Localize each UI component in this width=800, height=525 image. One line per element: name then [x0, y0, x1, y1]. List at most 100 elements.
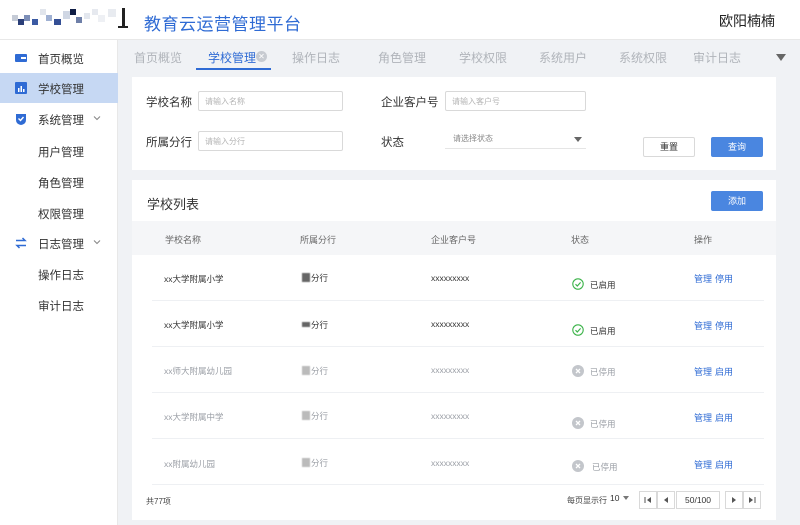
tab-role-management[interactable]: 角色管理: [378, 49, 426, 66]
school-name-cell: xx大学附属中学: [164, 412, 224, 422]
customer-no-cell: xxxxxxxxx: [431, 365, 470, 375]
disable-link[interactable]: 停用: [715, 272, 733, 285]
school-name-cell: xx师大附属幼儿园: [164, 366, 233, 376]
enable-link[interactable]: 启用: [715, 411, 733, 424]
column-header-branch: 所属分行: [300, 235, 337, 245]
sidebar-item-label: 审计日志: [38, 301, 84, 313]
tab-audit-log[interactable]: 审计日志: [693, 49, 741, 66]
reset-button[interactable]: 重置: [643, 137, 695, 157]
chevron-down-icon: [92, 113, 102, 123]
status-cell: 已停用: [590, 419, 616, 429]
sidebar-item-label: 角色管理: [38, 178, 84, 190]
logo: [12, 6, 128, 32]
dashboard-icon: [14, 51, 28, 65]
status-select[interactable]: 请选择状态: [445, 131, 586, 149]
sidebar-item-label: 学校管理: [38, 84, 84, 96]
chevron-down-icon: [92, 237, 102, 247]
sidebar-item-system-management[interactable]: 系统管理: [0, 104, 118, 134]
page-size-select[interactable]: 10: [610, 493, 630, 503]
redacted-mark: [302, 411, 310, 420]
sidebar: 首页概览 学校管理 系统管理 用户管理 角色管理 权限管理 日志管理 操作日志: [0, 40, 118, 525]
prev-page-icon: [664, 497, 668, 503]
enable-link[interactable]: 启用: [715, 458, 733, 471]
branch-cell: 分行: [302, 410, 328, 422]
sidebar-item-school-management[interactable]: 学校管理: [0, 73, 118, 103]
sidebar-item-label: 首页概览: [38, 54, 84, 66]
next-page-icon: [732, 497, 736, 503]
school-name-cell: xx大学附属小学: [164, 274, 224, 284]
enable-link[interactable]: 启用: [715, 365, 733, 378]
tab-operation-log[interactable]: 操作日志: [292, 49, 340, 66]
redacted-mark: [302, 366, 310, 375]
customer-no-input[interactable]: [445, 91, 586, 111]
school-name-input[interactable]: [198, 91, 343, 111]
close-icon[interactable]: ✕: [256, 51, 267, 62]
chart-icon: [14, 81, 28, 95]
tab-school-permission[interactable]: 学校权限: [459, 49, 507, 66]
column-header-status: 状态: [571, 235, 590, 245]
status-select-placeholder: 请选择状态: [453, 134, 493, 143]
redacted-mark: [302, 273, 310, 282]
x-circle-icon: [572, 460, 584, 472]
list-title: 学校列表: [147, 197, 200, 212]
sidebar-item-user-management[interactable]: 用户管理: [0, 136, 118, 166]
sidebar-item-overview[interactable]: 首页概览: [0, 43, 118, 73]
check-circle-icon: [572, 324, 584, 336]
sidebar-item-label: 系统管理: [38, 115, 84, 127]
manage-link[interactable]: 管理: [694, 319, 712, 332]
school-list-panel: 学校列表 添加 学校名称 所属分行 企业客户号 状态 操作 xx大学附属小学 分…: [132, 180, 776, 520]
top-header: 教育云运营管理平台 欧阳楠楠: [0, 0, 800, 40]
prev-page-button[interactable]: [657, 491, 675, 509]
sidebar-item-label: 操作日志: [38, 270, 84, 282]
table-row: xx大学附属中学 分行 xxxxxxxxx 已停用 管理 启用: [152, 393, 764, 439]
page-indicator[interactable]: 50/100: [676, 491, 720, 509]
caret-down-icon: [574, 137, 582, 142]
last-page-button[interactable]: [743, 491, 761, 509]
total-count: 共77项: [146, 497, 171, 506]
add-button[interactable]: 添加: [711, 191, 763, 211]
sidebar-item-log-management[interactable]: 日志管理: [0, 228, 118, 258]
branch-label: 所属分行: [146, 137, 192, 149]
manage-link[interactable]: 管理: [694, 365, 712, 378]
check-circle-icon: [572, 278, 584, 290]
app-title: 教育云运营管理平台: [144, 15, 302, 34]
tab-school-management[interactable]: 学校管理: [208, 49, 256, 66]
manage-link[interactable]: 管理: [694, 458, 712, 471]
school-name-cell: xx附属幼儿园: [164, 459, 216, 469]
filter-panel: 学校名称 企业客户号 所属分行 状态 请选择状态 重置 查询: [132, 77, 776, 170]
sidebar-item-operation-log[interactable]: 操作日志: [0, 259, 118, 289]
tab-system-users[interactable]: 系统用户: [539, 49, 587, 66]
branch-cell: 分行: [302, 365, 328, 377]
sidebar-item-role-management[interactable]: 角色管理: [0, 167, 118, 197]
column-header-actions: 操作: [694, 235, 713, 245]
redacted-mark: [302, 322, 310, 327]
search-button[interactable]: 查询: [711, 137, 763, 157]
manage-link[interactable]: 管理: [694, 272, 712, 285]
manage-link[interactable]: 管理: [694, 411, 712, 424]
x-circle-icon: [572, 417, 584, 429]
user-name[interactable]: 欧阳楠楠: [719, 11, 775, 31]
tab-more-dropdown-icon[interactable]: [776, 51, 786, 61]
disable-link[interactable]: 停用: [715, 319, 733, 332]
school-name-cell: xx大学附属小学: [164, 320, 224, 330]
status-cell: 已停用: [592, 462, 618, 472]
x-circle-icon: [572, 365, 584, 377]
sidebar-item-permission-management[interactable]: 权限管理: [0, 198, 118, 228]
first-page-button[interactable]: [639, 491, 657, 509]
active-tab-indicator: [196, 68, 271, 70]
next-page-button[interactable]: [725, 491, 743, 509]
caret-down-icon: [623, 496, 630, 500]
branch-cell: 分行: [302, 457, 328, 469]
column-header-school-name: 学校名称: [165, 235, 202, 245]
tab-system-permission[interactable]: 系统权限: [619, 49, 667, 66]
sidebar-item-label: 日志管理: [38, 239, 84, 251]
shield-icon: [14, 112, 28, 126]
branch-input[interactable]: [198, 131, 343, 151]
branch-cell: 分行: [302, 319, 328, 331]
first-page-icon: [644, 497, 651, 503]
column-header-customer-no: 企业客户号: [431, 235, 477, 245]
status-cell: 已启用: [590, 280, 616, 290]
tab-overview[interactable]: 首页概览: [134, 49, 182, 66]
customer-no-cell: xxxxxxxxx: [431, 273, 470, 283]
sidebar-item-audit-log[interactable]: 审计日志: [0, 290, 118, 320]
